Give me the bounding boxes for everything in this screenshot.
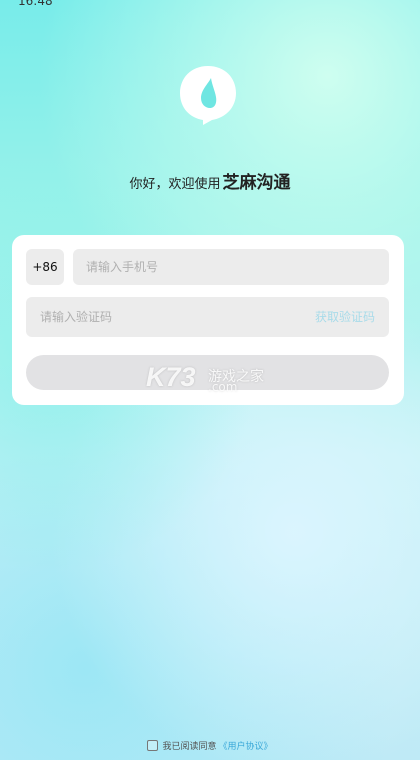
verification-code-input[interactable] bbox=[26, 297, 286, 337]
watermark-brand: K73 bbox=[146, 362, 196, 392]
get-code-button[interactable]: 获取验证码 bbox=[315, 297, 375, 337]
verification-code-field: 获取验证码 bbox=[26, 297, 389, 337]
welcome-heading: 你好，欢迎使用 芝麻沟通 bbox=[0, 168, 420, 193]
status-time: 16:48 bbox=[18, 0, 53, 8]
agreement-text: 我已阅读同意 bbox=[162, 742, 217, 752]
app-logo-icon bbox=[179, 64, 237, 126]
user-agreement-link[interactable]: 《用户协议》 bbox=[219, 739, 273, 752]
phone-input[interactable] bbox=[73, 249, 389, 285]
agreement-row: 我已阅读同意 《用户协议》 bbox=[0, 739, 420, 752]
watermark: K73 游戏之家 .com bbox=[146, 362, 276, 396]
welcome-text: 你好，欢迎使用 bbox=[129, 177, 221, 192]
watermark-domain: .com bbox=[208, 380, 238, 394]
agreement-checkbox[interactable] bbox=[147, 740, 159, 751]
country-code-selector[interactable]: +86 bbox=[26, 249, 64, 285]
app-name: 芝麻沟通 bbox=[222, 173, 291, 193]
